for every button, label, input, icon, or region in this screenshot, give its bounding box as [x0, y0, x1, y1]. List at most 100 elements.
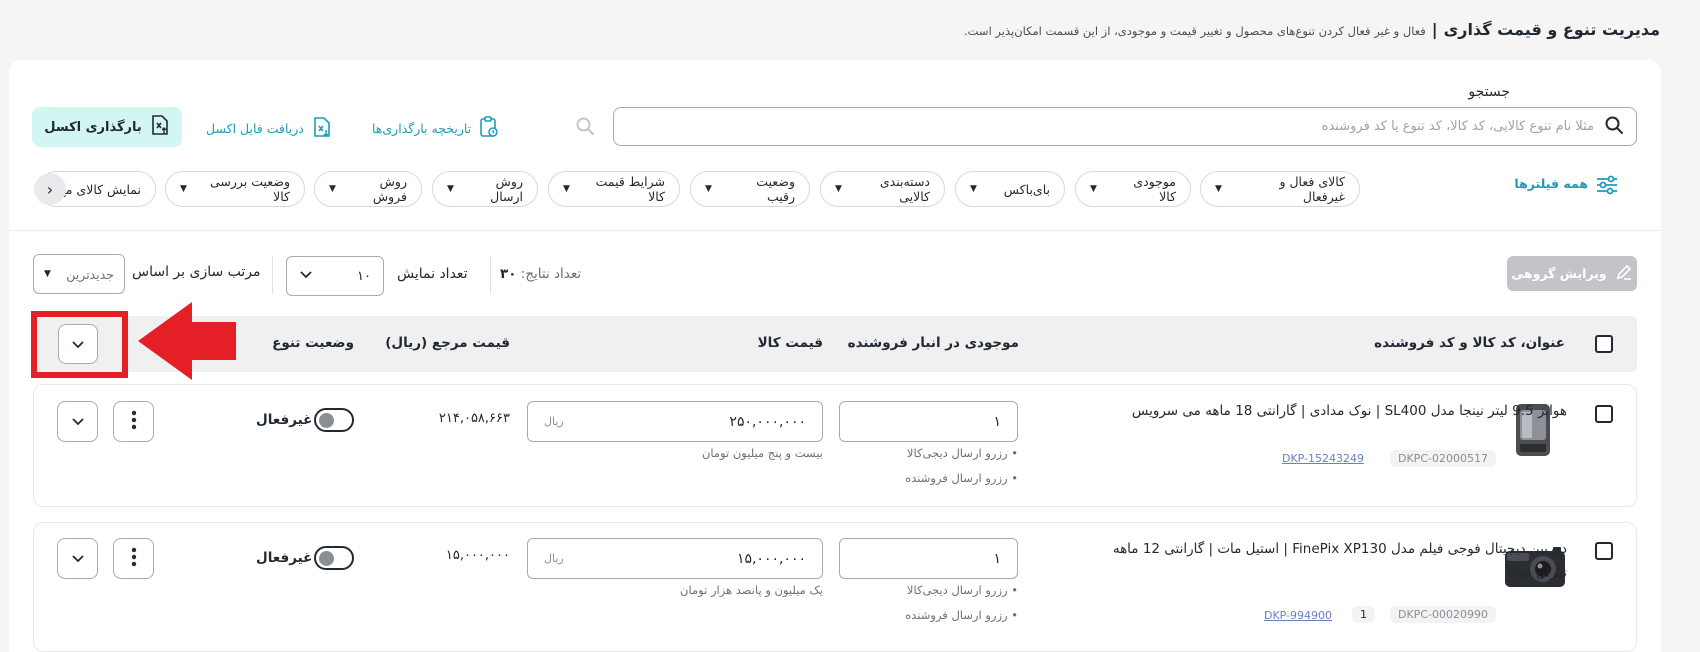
filter-chip-label: روش فروش [372, 174, 407, 204]
caret-down-icon: ▼ [705, 184, 712, 194]
column-title: عنوان، کد کالا و کد فروشنده [1374, 335, 1565, 351]
search-label: جستجو [1468, 84, 1510, 100]
chevron-down-icon [299, 269, 313, 284]
group-edit-button[interactable]: ویرایش گروهی [1507, 256, 1637, 291]
stock-input[interactable]: ۱ [839, 401, 1018, 442]
caret-down-icon: ▼ [1215, 184, 1222, 194]
filter-chip-category[interactable]: دسته‌بندی کالایی ▼ [820, 171, 945, 207]
results-count-value: ۳۰ [500, 266, 517, 282]
product-title: هواپز 9.5 لیتر نینجا مدل SL400 | نوک مدا… [1131, 403, 1567, 419]
filter-chip-label: دسته‌بندی کالایی [879, 174, 930, 204]
filter-chip-stock[interactable]: موجودی کالا ▼ [1075, 171, 1191, 207]
column-price: قیمت کالا [757, 335, 823, 351]
stock-value: ۱ [993, 550, 1001, 567]
status-toggle[interactable] [314, 408, 354, 432]
price-in-words: یک میلیون و پانصد هزار تومان [680, 583, 823, 597]
toggle-knob [319, 551, 334, 566]
status-label: غیرفعال [256, 412, 313, 428]
search-submit-icon[interactable] [575, 116, 595, 140]
per-page-value: ۱۰ [357, 268, 371, 284]
sort-label: مرتب سازی بر اساس [132, 264, 261, 280]
chevron-left-icon[interactable]: ‹ [34, 173, 66, 205]
price-value: ۱۵,۰۰۰,۰۰۰ [736, 550, 806, 567]
product-code-link[interactable]: DKP-994900 [1264, 609, 1332, 622]
upload-excel-button[interactable]: بارگذاری اکسل [32, 107, 182, 147]
chevron-down-icon [71, 412, 85, 431]
page-title: مدیریت تنوع و قیمت گذاری [1443, 20, 1660, 39]
filter-chip-label: وضعیت رقیب [756, 174, 795, 204]
reserve-digikala: • رزرو ارسال دیجی‌کالا [906, 583, 1018, 597]
sku-code: DKPC-00020990 [1390, 606, 1496, 623]
search-icon [1604, 115, 1624, 139]
reference-price: ۲۱۴,۰۵۸,۶۶۳ [438, 411, 510, 426]
filter-chip-competitor[interactable]: وضعیت رقیب ▼ [690, 171, 810, 207]
filter-chip-shipping[interactable]: روش ارسال ▼ [432, 171, 538, 207]
count-badge: 1 [1352, 606, 1375, 623]
filter-chip-label: بای‌باکس [1003, 181, 1050, 197]
row-checkbox[interactable] [1595, 542, 1613, 560]
chevron-down-icon [71, 549, 85, 568]
filter-chip-sale-method[interactable]: روش فروش ▼ [314, 171, 422, 207]
reserve-digikala: • رزرو ارسال دیجی‌کالا [906, 446, 1018, 460]
filter-chip-label: وضعیت بررسی کالا [209, 174, 290, 204]
reference-price: ۱۵,۰۰۰,۰۰۰ [445, 548, 510, 563]
excel-upload-icon [150, 114, 170, 140]
filter-chip-label: موجودی کالا [1133, 174, 1176, 204]
caret-down-icon: ▼ [329, 184, 336, 194]
row-menu-button[interactable] [113, 401, 154, 442]
filter-chip-active-status[interactable]: کالای فعال و غیرفعال ▼ [1200, 171, 1360, 207]
caret-down-icon: ▼ [44, 269, 51, 279]
search-box[interactable] [613, 107, 1637, 146]
status-label: غیرفعال [256, 550, 313, 566]
upload-excel-label: بارگذاری اکسل [44, 119, 142, 135]
page-subtitle: فعال و غیر فعال کردن تنوع‌های محصول و تغ… [963, 24, 1426, 38]
search-input[interactable] [614, 108, 1604, 145]
select-all-checkbox[interactable] [1595, 335, 1613, 353]
all-filters-label: همه فیلترها [1514, 176, 1588, 191]
sort-value: جدیدترین [66, 266, 114, 282]
stock-input[interactable]: ۱ [839, 538, 1018, 579]
caret-down-icon: ▼ [835, 184, 842, 194]
title-separator: | [1431, 20, 1438, 39]
price-input[interactable]: ۲۵۰,۰۰۰,۰۰۰ ریال [527, 401, 823, 442]
caret-down-icon: ▼ [180, 184, 187, 194]
toolbar-divider [490, 256, 491, 294]
caret-down-icon: ▼ [1090, 184, 1097, 194]
filter-chip-price-condition[interactable]: شرایط قیمت کالا ▼ [548, 171, 680, 207]
reserve-seller: • رزرو ارسال فروشنده [905, 471, 1018, 485]
caret-down-icon: ▼ [447, 184, 454, 194]
filter-chip-buybox[interactable]: بای‌باکس ▼ [955, 171, 1065, 207]
section-divider [9, 230, 1661, 231]
all-filters-button[interactable]: همه فیلترها [1514, 175, 1617, 195]
status-toggle[interactable] [314, 546, 354, 570]
price-unit: ریال [544, 552, 564, 565]
row-checkbox[interactable] [1595, 405, 1613, 423]
stock-value: ۱ [993, 413, 1001, 430]
results-count: تعداد نتایج: ۳۰ [500, 266, 581, 282]
row-expand-button[interactable] [57, 401, 98, 442]
sku-code: DKPC-02000517 [1390, 450, 1496, 467]
group-edit-label: ویرایش گروهی [1511, 266, 1607, 281]
per-page-label: تعداد نمایش [397, 266, 468, 282]
more-vertical-icon [131, 410, 137, 434]
product-title: دوربین دیجیتال فوجی فیلم مدل FinePix XP1… [1112, 541, 1567, 581]
per-page-select[interactable]: ۱۰ [286, 256, 384, 296]
product-code-link[interactable]: DKP-15243249 [1282, 452, 1364, 465]
download-excel-button[interactable]: دریافت فایل اکسل [206, 116, 332, 141]
upload-history-button[interactable]: تاریخچه بارگذاری‌ها [372, 116, 499, 141]
upload-history-label: تاریخچه بارگذاری‌ها [372, 121, 472, 136]
more-vertical-icon [131, 547, 137, 571]
page-header: مدیریت تنوع و قیمت گذاری | فعال و غیر فعال… [964, 20, 1660, 39]
sort-select[interactable]: جدیدترین ▼ [33, 254, 125, 294]
row-menu-button[interactable] [113, 538, 154, 579]
filter-chip-label: روش ارسال [490, 174, 523, 204]
price-input[interactable]: ۱۵,۰۰۰,۰۰۰ ریال [527, 538, 823, 579]
excel-download-icon [312, 116, 332, 141]
price-value: ۲۵۰,۰۰۰,۰۰۰ [729, 413, 806, 430]
price-in-words: بیست و پنج میلیون تومان [701, 446, 823, 460]
filter-chip-label: کالای فعال و غیرفعال [1279, 174, 1345, 204]
toolbar-divider [272, 256, 273, 294]
row-expand-button[interactable] [57, 538, 98, 579]
filter-chip-review-status[interactable]: وضعیت بررسی کالا ▼ [165, 171, 305, 207]
reserve-seller: • رزرو ارسال فروشنده [905, 608, 1018, 622]
